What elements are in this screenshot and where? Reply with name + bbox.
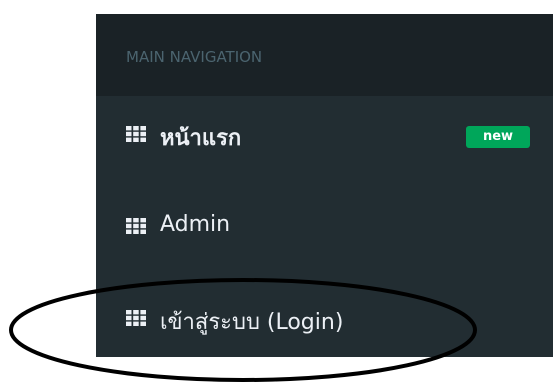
sidebar-item-label: หน้าแรก [160,126,242,151]
sidebar-item-login[interactable]: เข้าสู่ระบบ (Login) [96,280,553,372]
grid-icon [126,126,146,142]
sidebar-item-home[interactable]: หน้าแรก new [96,96,553,188]
new-badge: new [466,126,530,148]
grid-icon [126,218,146,234]
grid-icon [126,310,146,326]
sidebar: MAIN NAVIGATION หน้าแรก new Admin เข้าสู… [96,14,553,357]
sidebar-item-label: เข้าสู่ระบบ (Login) [160,310,344,335]
sidebar-item-label: Admin [160,212,231,237]
sidebar-item-admin[interactable]: Admin [96,188,553,280]
screenshot-canvas: MAIN NAVIGATION หน้าแรก new Admin เข้าสู… [0,0,553,387]
nav-header-label: MAIN NAVIGATION [126,48,263,66]
nav-header: MAIN NAVIGATION [96,14,553,96]
